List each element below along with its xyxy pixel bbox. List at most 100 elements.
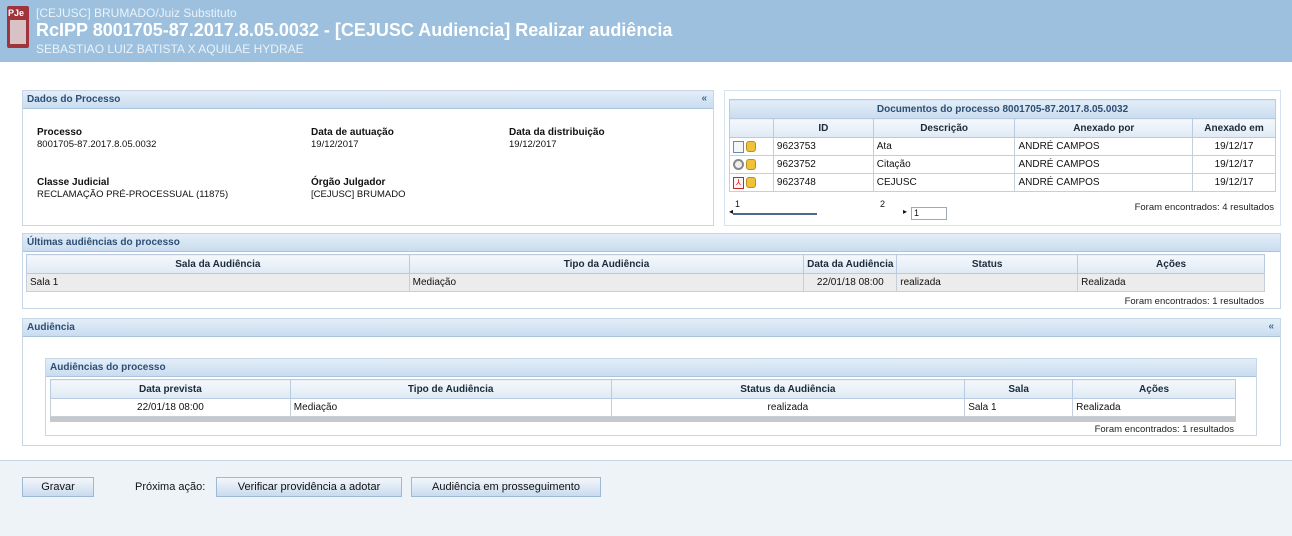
row-icons: ⅄ — [729, 173, 774, 192]
aud-tipo: Mediação — [289, 398, 612, 417]
audiencias-processo-table: Data prevista Tipo de Audiência Status d… — [50, 379, 1236, 417]
documentos-title: Documentos do processo 8001705-87.2017.8… — [729, 99, 1276, 119]
table-row[interactable]: Sala 1 Mediação 22/01/18 08:00 realizada… — [26, 273, 1265, 292]
autuacao-label: Data de autuação — [311, 127, 394, 138]
aud-status: realizada — [896, 273, 1079, 292]
documentos-panel: Documentos do processo 8001705-87.2017.8… — [724, 90, 1281, 226]
col-id[interactable]: ID — [772, 118, 874, 138]
col-status-audiencia[interactable]: Status da Audiência — [610, 379, 966, 399]
pager-page-input[interactable]: 1 — [911, 207, 947, 220]
col-descricao[interactable]: Descrição — [872, 118, 1016, 138]
table-row[interactable]: ⅄ 9623748 CEJUSC ANDRÉ CAMPOS 19/12/17 — [729, 173, 1276, 192]
ultimas-audiencias-table: Sala da Audiência Tipo da Audiência Data… — [26, 254, 1265, 292]
pager-page-1[interactable]: 1 — [735, 199, 740, 209]
gravar-button[interactable]: Gravar — [22, 477, 94, 497]
table-row[interactable]: 9623753 Ata ANDRÉ CAMPOS 19/12/17 — [729, 137, 1276, 156]
aud-data: 22/01/18 08:00 — [803, 273, 898, 292]
ultimas-audiencias-header: Últimas audiências do processo — [23, 234, 1280, 252]
doc-descricao[interactable]: Ata — [872, 137, 1016, 156]
doc-anexado-em: 19/12/17 — [1192, 137, 1276, 156]
aud-acoes[interactable]: Realizada — [1077, 273, 1265, 292]
doc-id: 9623753 — [772, 137, 874, 156]
verificar-providencia-button[interactable]: Verificar providência a adotar — [216, 477, 402, 497]
field-orgao: Órgão Julgador [CEJUSC] BRUMADO — [311, 177, 405, 200]
field-classe: Classe Judicial RECLAMAÇÃO PRÉ-PROCESSUA… — [37, 177, 228, 200]
field-processo: Processo 8001705-87.2017.8.05.0032 — [37, 127, 156, 150]
dados-processo-panel: Dados do Processo « Processo 8001705-87.… — [22, 90, 714, 226]
aud-acoes[interactable]: Realizada — [1072, 398, 1236, 417]
row-icons — [729, 155, 774, 174]
lock-icon — [746, 141, 756, 152]
header-subtitle-orgao: [CEJUSC] BRUMADO/Juiz Substituto — [36, 6, 237, 20]
action-bar — [0, 460, 1292, 536]
doc-anexado-em: 19/12/17 — [1192, 173, 1276, 192]
col-icons — [729, 118, 774, 138]
orgao-label: Órgão Julgador — [311, 177, 386, 188]
document-icon[interactable] — [733, 140, 744, 153]
audiencia-found: Foram encontrados: 1 resultados — [1094, 424, 1234, 435]
autuacao-value: 19/12/2017 — [311, 139, 359, 150]
aud-status: realizada — [610, 398, 966, 417]
doc-descricao[interactable]: CEJUSC — [872, 173, 1016, 192]
col-tipo-audiencia[interactable]: Tipo de Audiência — [289, 379, 612, 399]
row-icons — [729, 137, 774, 156]
proxima-acao-label: Próxima ação: — [135, 481, 206, 493]
distribuicao-value: 19/12/2017 — [509, 139, 557, 150]
pdf-icon[interactable]: ⅄ — [733, 176, 744, 189]
classe-value: RECLAMAÇÃO PRÉ-PROCESSUAL (11875) — [37, 189, 229, 200]
col-data[interactable]: Data da Audiência — [803, 254, 898, 274]
dados-processo-title: Dados do Processo — [27, 94, 121, 105]
aud-sala: Sala 1 — [964, 398, 1074, 417]
audiencias-processo-title: Audiências do processo — [50, 362, 166, 373]
orgao-value: [CEJUSC] BRUMADO — [311, 189, 406, 200]
collapse-icon[interactable]: « — [701, 93, 707, 104]
pje-logo-icon: PJe — [7, 6, 29, 48]
doc-id: 9623748 — [772, 173, 874, 192]
lock-icon — [746, 177, 756, 188]
col-tipo[interactable]: Tipo da Audiência — [408, 254, 805, 274]
field-autuacao: Data de autuação 19/12/2017 — [311, 127, 394, 150]
audiencias-processo-panel: Audiências do processo Data prevista Tip… — [45, 358, 1257, 436]
table-row[interactable]: 9623752 Citação ANDRÉ CAMPOS 19/12/17 — [729, 155, 1276, 174]
processo-value: 8001705-87.2017.8.05.0032 — [37, 139, 157, 150]
col-sala[interactable]: Sala — [964, 379, 1074, 399]
pager-page-2[interactable]: 2 — [880, 199, 885, 209]
processo-label: Processo — [37, 127, 83, 138]
table-scrollbar[interactable] — [50, 417, 1236, 422]
col-anexado-por[interactable]: Anexado por — [1014, 118, 1194, 138]
audiencia-title: Audiência — [27, 322, 75, 333]
ultimas-audiencias-title: Últimas audiências do processo — [27, 237, 180, 248]
doc-anexado-por: ANDRÉ CAMPOS — [1014, 173, 1194, 192]
audiencia-header[interactable]: Audiência « — [23, 319, 1280, 337]
lock-icon — [746, 158, 756, 170]
classe-label: Classe Judicial — [37, 177, 110, 188]
dados-processo-header[interactable]: Dados do Processo « — [23, 91, 713, 109]
pager-slider[interactable] — [733, 210, 817, 215]
col-acoes[interactable]: Ações — [1077, 254, 1265, 274]
col-anexado-em[interactable]: Anexado em — [1192, 118, 1276, 138]
doc-id: 9623752 — [772, 155, 874, 174]
field-distribuicao: Data da distribuição 19/12/2017 — [509, 127, 605, 150]
documentos-table: Documentos do processo 8001705-87.2017.8… — [729, 99, 1276, 192]
ultimas-audiencias-panel: Últimas audiências do processo Sala da A… — [22, 233, 1281, 309]
col-status[interactable]: Status — [896, 254, 1079, 274]
col-sala[interactable]: Sala da Audiência — [26, 254, 410, 274]
doc-descricao[interactable]: Citação — [872, 155, 1016, 174]
header-subtitle-partes: SEBASTIAO LUIZ BATISTA X AQUILAE HYDRAE — [36, 42, 304, 56]
doc-anexado-por: ANDRÉ CAMPOS — [1014, 155, 1194, 174]
audiencias-processo-header: Audiências do processo — [46, 359, 1256, 377]
table-row[interactable]: 22/01/18 08:00 Mediação realizada Sala 1… — [50, 398, 1236, 417]
documentos-found: Foram encontrados: 4 resultados — [1134, 202, 1274, 213]
audiencia-prosseguimento-button[interactable]: Audiência em prosseguimento — [411, 477, 601, 497]
page-header: PJe [CEJUSC] BRUMADO/Juiz Substituto RcI… — [0, 0, 1292, 62]
page-title: RcIPP 8001705-87.2017.8.05.0032 - [CEJUS… — [36, 20, 673, 40]
col-acoes[interactable]: Ações — [1072, 379, 1236, 399]
col-data-prevista[interactable]: Data prevista — [50, 379, 291, 399]
aud-data-prevista: 22/01/18 08:00 — [50, 398, 291, 417]
ultimas-found: Foram encontrados: 1 resultados — [1124, 296, 1264, 307]
pager-left-icon[interactable]: ◂ — [729, 207, 733, 216]
doc-anexado-por: ANDRÉ CAMPOS — [1014, 137, 1194, 156]
magnifier-icon[interactable] — [733, 158, 744, 170]
collapse-icon[interactable]: « — [1268, 321, 1274, 332]
pager-right-icon[interactable]: ▸ — [903, 207, 907, 216]
